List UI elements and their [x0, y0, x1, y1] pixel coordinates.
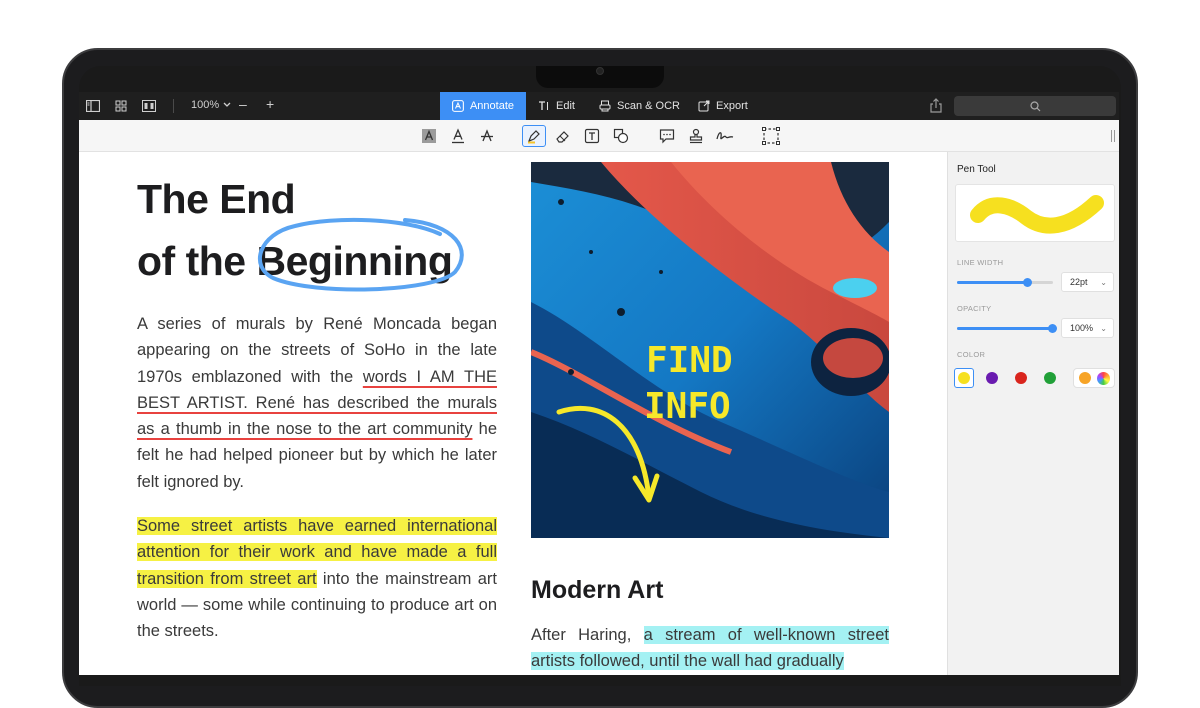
shapes-icon[interactable]	[611, 126, 631, 146]
ink-circle-annotation[interactable]	[255, 212, 471, 294]
line-width-select[interactable]: 22pt ⌄	[1061, 272, 1114, 292]
panel-title: Pen Tool	[957, 164, 996, 175]
tab-export[interactable]: Export	[686, 92, 760, 120]
paragraph-3-text-a: After Haring,	[531, 626, 644, 644]
zoom-in-button[interactable]: +	[266, 96, 274, 112]
export-icon	[698, 100, 710, 112]
color-label: COLOR	[957, 350, 986, 359]
line-width-slider-knob[interactable]	[1023, 278, 1032, 287]
search-input[interactable]	[954, 96, 1116, 116]
color-swatch-purple-dot	[986, 372, 998, 384]
section-heading: Modern Art	[531, 576, 664, 604]
signature-icon[interactable]	[715, 126, 735, 146]
tab-edit[interactable]: Edit	[526, 92, 587, 120]
color-swatch-purple[interactable]	[982, 368, 1002, 388]
toolbar-divider	[173, 99, 174, 113]
tab-edit-label: Edit	[556, 100, 575, 112]
tab-scan-ocr[interactable]: Scan & OCR	[587, 92, 692, 120]
stroke-preview-icon	[970, 195, 1104, 234]
color-swatch-red[interactable]	[1011, 368, 1031, 388]
tab-export-label: Export	[716, 100, 748, 112]
opacity-value: 100%	[1070, 323, 1094, 333]
color-swatch-green-dot	[1044, 372, 1056, 384]
opacity-slider-fill	[957, 327, 1053, 330]
opacity-select[interactable]: 100% ⌄	[1061, 318, 1114, 338]
pen-tool-panel: Pen Tool LINE WIDTH 22pt ⌄ OPACITY 100% …	[947, 152, 1119, 675]
color-swatch-yellow[interactable]	[954, 368, 974, 388]
color-wheel-icon[interactable]	[1097, 372, 1110, 385]
highlight-text-icon[interactable]	[419, 126, 439, 146]
sidebar-toggle-icon[interactable]	[85, 98, 101, 114]
title-line-2-prefix: of the	[137, 238, 257, 284]
toolbar-grip-handle[interactable]	[1111, 130, 1115, 142]
chevron-down-icon	[223, 102, 231, 107]
strikethrough-text-icon[interactable]	[477, 126, 497, 146]
paragraph-1: A series of murals by René Moncada began…	[137, 311, 497, 495]
chevron-down-icon: ⌄	[1100, 277, 1107, 287]
stamp-icon[interactable]	[686, 126, 706, 146]
opacity-slider[interactable]	[957, 324, 1057, 333]
tab-annotate[interactable]: Annotate	[440, 92, 526, 120]
paragraph-3: After Haring, a stream of well-known str…	[531, 622, 889, 675]
eraser-icon[interactable]	[553, 126, 573, 146]
comment-icon[interactable]	[657, 126, 677, 146]
color-swatch-green[interactable]	[1040, 368, 1060, 388]
custom-color-group	[1073, 368, 1115, 388]
custom-color-swatch[interactable]	[1079, 372, 1091, 384]
chevron-down-icon: ⌄	[1100, 323, 1107, 333]
underline-text-icon[interactable]	[448, 126, 468, 146]
grid-view-icon[interactable]	[113, 98, 129, 114]
scan-icon	[599, 100, 611, 112]
search-icon	[1029, 100, 1040, 111]
opacity-slider-knob[interactable]	[1048, 324, 1057, 333]
line-width-value: 22pt	[1070, 277, 1088, 287]
annotation-toolbar	[79, 120, 1119, 152]
selection-marquee-icon[interactable]	[761, 126, 781, 146]
annotate-icon	[452, 100, 464, 112]
paragraph-2: Some street artists have earned internat…	[137, 513, 497, 644]
mural-image: FIND INFO	[531, 162, 889, 538]
share-icon[interactable]	[929, 98, 943, 117]
app-window: 100% – + Annotate Edit Scan & OCR Export	[79, 92, 1119, 675]
image-annotation-text-2[interactable]: INFO	[644, 386, 731, 427]
text-edit-icon	[539, 101, 548, 110]
line-width-slider[interactable]	[957, 278, 1053, 287]
document-page: The End of the Beginning A series of mur…	[79, 152, 947, 675]
page-layout-icon[interactable]	[141, 98, 157, 114]
tab-scan-ocr-label: Scan & OCR	[617, 100, 680, 112]
zoom-out-button[interactable]: –	[239, 96, 247, 112]
zoom-level: 100%	[191, 99, 220, 111]
main-toolbar: 100% – + Annotate Edit Scan & OCR Export	[79, 92, 1119, 120]
line-width-label: LINE WIDTH	[957, 258, 1004, 267]
zoom-dropdown[interactable]: 100%	[191, 99, 231, 111]
pen-tool-icon[interactable]	[522, 125, 546, 147]
color-swatch-yellow-dot	[958, 372, 970, 384]
line-width-slider-fill	[957, 281, 1028, 284]
opacity-label: OPACITY	[957, 304, 992, 313]
camera-icon	[596, 67, 604, 75]
text-box-icon[interactable]	[582, 126, 602, 146]
image-annotation-text-1[interactable]: FIND	[646, 340, 733, 381]
stroke-preview	[955, 184, 1115, 242]
tab-annotate-label: Annotate	[469, 100, 514, 112]
color-swatch-red-dot	[1015, 372, 1027, 384]
